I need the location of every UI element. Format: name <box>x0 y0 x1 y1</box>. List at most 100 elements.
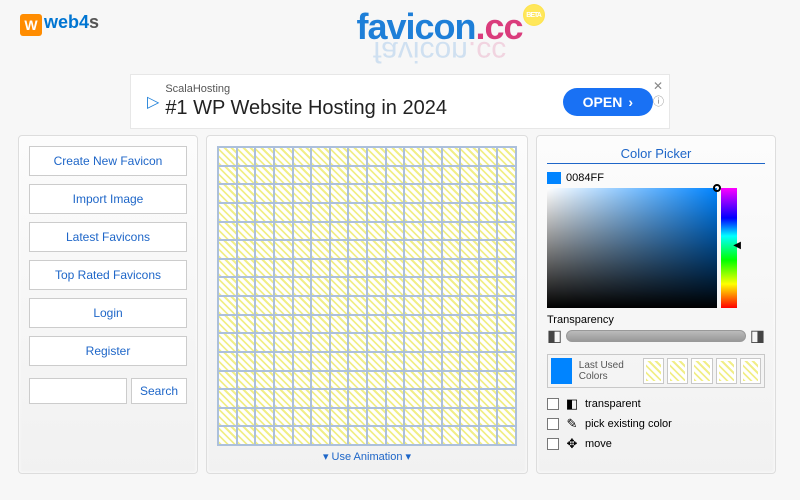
last-color-swatch[interactable] <box>667 358 688 384</box>
pixel-cell[interactable] <box>218 389 237 408</box>
pixel-cell[interactable] <box>255 259 274 278</box>
pixel-cell[interactable] <box>255 277 274 296</box>
pixel-cell[interactable] <box>348 371 367 390</box>
pixel-cell[interactable] <box>479 333 498 352</box>
pixel-cell[interactable] <box>274 389 293 408</box>
pixel-cell[interactable] <box>479 277 498 296</box>
latest-favicons-button[interactable]: Latest Favicons <box>29 222 187 252</box>
pixel-cell[interactable] <box>367 333 386 352</box>
pixel-cell[interactable] <box>330 222 349 241</box>
pixel-cell[interactable] <box>330 389 349 408</box>
pixel-cell[interactable] <box>367 166 386 185</box>
pixel-cell[interactable] <box>497 315 516 334</box>
pixel-cell[interactable] <box>404 203 423 222</box>
pixel-cell[interactable] <box>293 315 312 334</box>
pixel-cell[interactable] <box>218 147 237 166</box>
pixel-cell[interactable] <box>442 371 461 390</box>
pixel-cell[interactable] <box>386 222 405 241</box>
pixel-cell[interactable] <box>274 426 293 445</box>
pixel-cell[interactable] <box>423 333 442 352</box>
ad-banner[interactable]: ✕ ⓘ ▷ ScalaHosting #1 WP Website Hosting… <box>130 74 670 129</box>
pixel-cell[interactable] <box>386 203 405 222</box>
pixel-cell[interactable] <box>293 426 312 445</box>
pixel-cell[interactable] <box>293 371 312 390</box>
pixel-cell[interactable] <box>218 184 237 203</box>
pixel-cell[interactable] <box>423 147 442 166</box>
pixel-cell[interactable] <box>330 203 349 222</box>
pixel-cell[interactable] <box>311 389 330 408</box>
pixel-cell[interactable] <box>497 371 516 390</box>
pixel-cell[interactable] <box>237 277 256 296</box>
pixel-cell[interactable] <box>386 315 405 334</box>
pixel-cell[interactable] <box>386 166 405 185</box>
pixel-cell[interactable] <box>479 426 498 445</box>
pixel-cell[interactable] <box>293 147 312 166</box>
pixel-cell[interactable] <box>311 259 330 278</box>
pixel-cell[interactable] <box>423 166 442 185</box>
pixel-cell[interactable] <box>404 222 423 241</box>
pixel-cell[interactable] <box>218 408 237 427</box>
pick-color-checkbox[interactable] <box>547 418 559 430</box>
pixel-cell[interactable] <box>442 426 461 445</box>
pixel-cell[interactable] <box>460 408 479 427</box>
pixel-cell[interactable] <box>330 296 349 315</box>
pixel-cell[interactable] <box>479 222 498 241</box>
pixel-cell[interactable] <box>404 408 423 427</box>
pixel-cell[interactable] <box>255 184 274 203</box>
pixel-cell[interactable] <box>330 333 349 352</box>
pixel-cell[interactable] <box>330 371 349 390</box>
pixel-cell[interactable] <box>442 240 461 259</box>
pixel-cell[interactable] <box>255 166 274 185</box>
pixel-cell[interactable] <box>404 277 423 296</box>
pixel-cell[interactable] <box>311 184 330 203</box>
pixel-cell[interactable] <box>274 352 293 371</box>
pixel-cell[interactable] <box>423 184 442 203</box>
pixel-cell[interactable] <box>460 259 479 278</box>
pixel-cell[interactable] <box>497 259 516 278</box>
import-image-button[interactable]: Import Image <box>29 184 187 214</box>
pixel-cell[interactable] <box>386 277 405 296</box>
pixel-cell[interactable] <box>274 240 293 259</box>
pixel-cell[interactable] <box>460 371 479 390</box>
pixel-cell[interactable] <box>218 240 237 259</box>
top-rated-button[interactable]: Top Rated Favicons <box>29 260 187 290</box>
pixel-cell[interactable] <box>479 296 498 315</box>
pixel-cell[interactable] <box>386 147 405 166</box>
pixel-cell[interactable] <box>348 426 367 445</box>
pixel-cell[interactable] <box>293 352 312 371</box>
pixel-cell[interactable] <box>497 426 516 445</box>
pixel-cell[interactable] <box>367 240 386 259</box>
pixel-cell[interactable] <box>237 371 256 390</box>
close-icon[interactable]: ✕ <box>653 79 665 91</box>
pixel-cell[interactable] <box>293 389 312 408</box>
pixel-cell[interactable] <box>404 333 423 352</box>
pixel-cell[interactable] <box>255 371 274 390</box>
pixel-cell[interactable] <box>479 184 498 203</box>
last-color-swatch[interactable] <box>691 358 712 384</box>
pixel-cell[interactable] <box>367 203 386 222</box>
saturation-cursor[interactable] <box>713 184 721 192</box>
pixel-cell[interactable] <box>348 333 367 352</box>
pixel-cell[interactable] <box>330 352 349 371</box>
pixel-cell[interactable] <box>237 315 256 334</box>
pixel-cell[interactable] <box>386 352 405 371</box>
pixel-cell[interactable] <box>274 315 293 334</box>
transparent-checkbox[interactable] <box>547 398 559 410</box>
pixel-cell[interactable] <box>237 147 256 166</box>
pixel-cell[interactable] <box>293 203 312 222</box>
pixel-cell[interactable] <box>218 333 237 352</box>
pixel-cell[interactable] <box>237 203 256 222</box>
pixel-cell[interactable] <box>404 166 423 185</box>
pixel-cell[interactable] <box>386 296 405 315</box>
pixel-cell[interactable] <box>367 296 386 315</box>
pixel-cell[interactable] <box>218 222 237 241</box>
pixel-cell[interactable] <box>404 389 423 408</box>
pixel-cell[interactable] <box>442 296 461 315</box>
site-brand[interactable]: favicon.cc BETA favicon.cc <box>356 6 522 68</box>
pixel-cell[interactable] <box>218 259 237 278</box>
pixel-cell[interactable] <box>404 240 423 259</box>
info-icon[interactable]: ⓘ <box>653 93 665 105</box>
pixel-cell[interactable] <box>274 296 293 315</box>
pixel-cell[interactable] <box>311 333 330 352</box>
pixel-cell[interactable] <box>423 240 442 259</box>
